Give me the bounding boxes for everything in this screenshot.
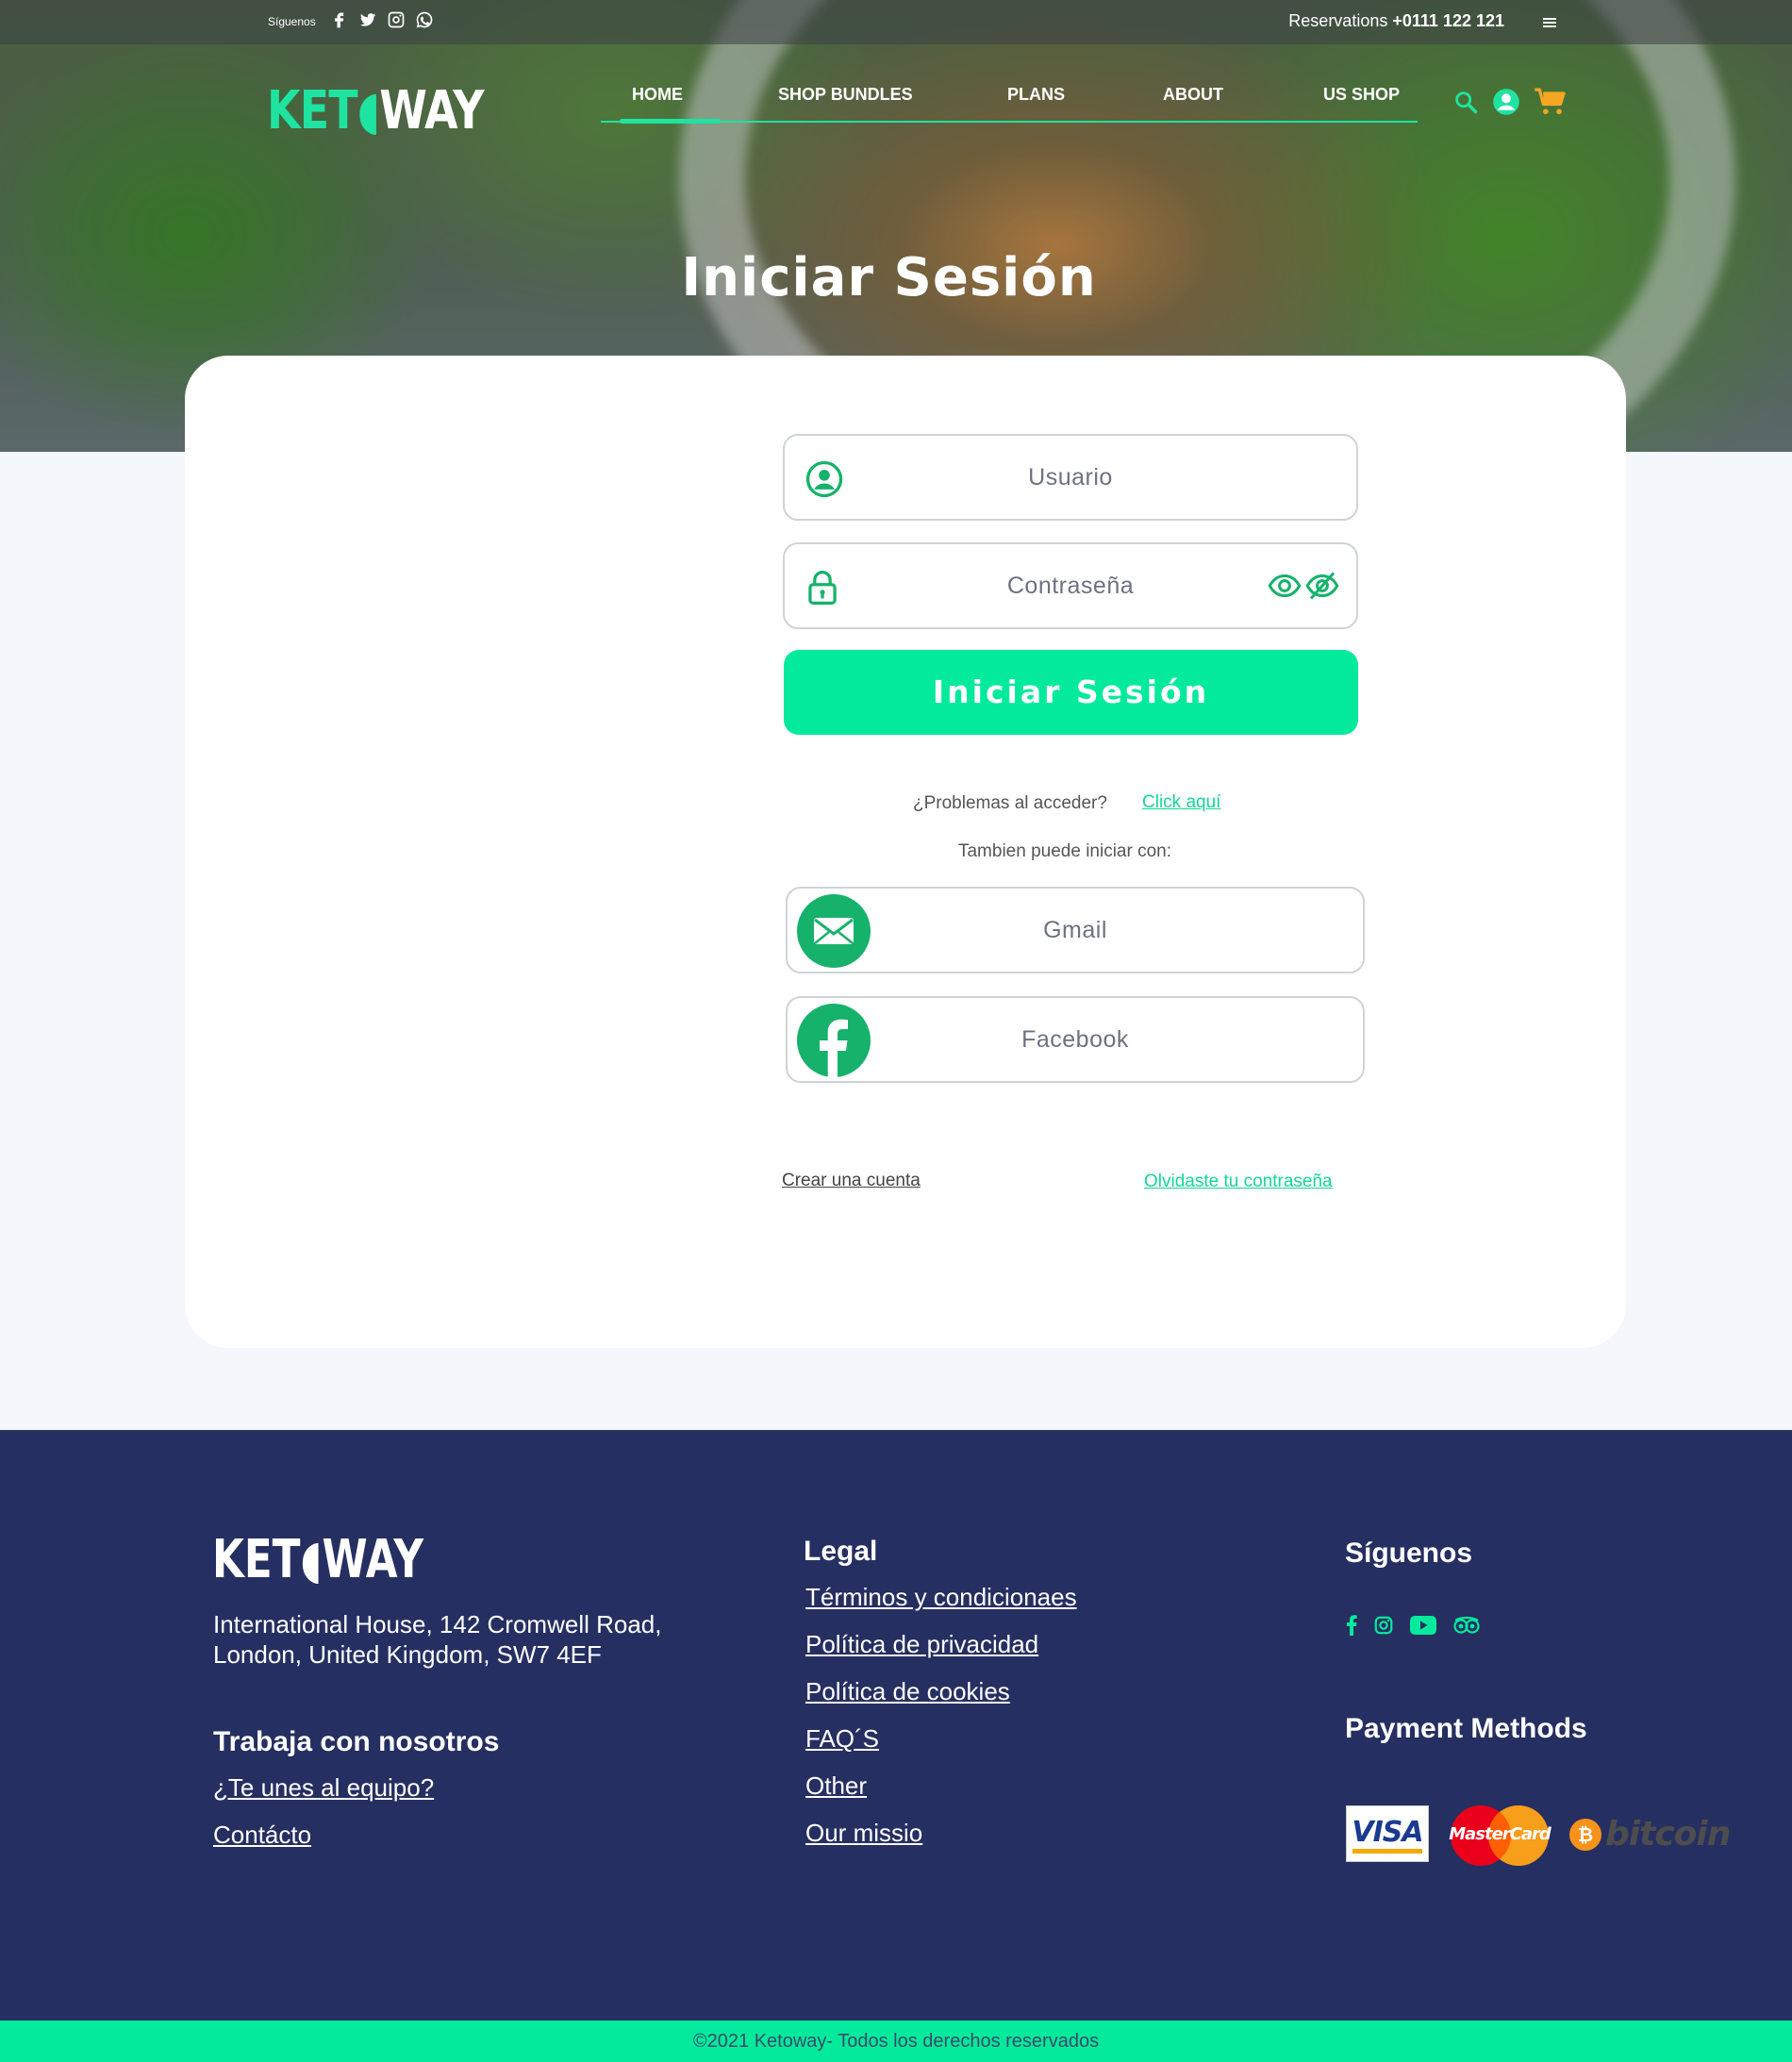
nav-home[interactable]: HOME <box>632 85 683 105</box>
nav-us-shop[interactable]: US SHOP <box>1323 85 1400 105</box>
hamburger-menu-icon[interactable] <box>1543 18 1556 29</box>
facebook-icon[interactable] <box>330 10 349 29</box>
footer-link-mission[interactable]: Our missio <box>805 1819 922 1848</box>
gmail-login-button[interactable]: Gmail <box>786 887 1365 973</box>
mastercard-logo: MasterCard <box>1449 1805 1551 1866</box>
footer-link-join-team[interactable]: ¿Te unes al equipo? <box>213 1773 434 1803</box>
nav-about[interactable]: ABOUT <box>1163 85 1223 105</box>
footer-logo[interactable]: KET◖WAY <box>212 1532 423 1588</box>
leaf-o-glyph: ◖ <box>357 80 380 141</box>
youtube-icon[interactable] <box>1409 1615 1437 1636</box>
login-submit-button[interactable]: Iniciar Sesión <box>784 650 1358 735</box>
top-bar: Síguenos Reservations +0111 122 121 <box>0 0 1792 44</box>
search-icon[interactable] <box>1452 89 1479 115</box>
follow-label: Síguenos <box>268 15 316 28</box>
nav-plans[interactable]: PLANS <box>1007 85 1065 105</box>
login-problem-text: ¿Problemas al acceder? <box>913 793 1107 813</box>
footer: KET◖WAY International House, 142 Cromwel… <box>0 1430 1792 2020</box>
username-field[interactable]: Usuario <box>783 434 1358 521</box>
cart-icon[interactable] <box>1534 87 1568 117</box>
facebook-label: Facebook <box>1021 1026 1129 1053</box>
footer-link-privacy[interactable]: Política de privacidad <box>805 1630 1038 1659</box>
facebook-icon[interactable] <box>1345 1615 1358 1636</box>
login-help-link[interactable]: Click aquí <box>1142 792 1220 813</box>
footer-link-cookies[interactable]: Política de cookies <box>805 1677 1010 1706</box>
footer-social-links <box>1345 1615 1481 1636</box>
reservations-info: Reservations +0111 122 121 <box>1288 11 1504 30</box>
eye-off-icon[interactable] <box>1305 569 1339 603</box>
alt-login-text: Tambien puede iniciar con: <box>957 841 1172 861</box>
footer-link-faqs[interactable]: FAQ´S <box>805 1724 879 1754</box>
footer-link-contact[interactable]: Contácto <box>213 1821 311 1850</box>
main-nav: HOME SHOP BUNDLES PLANS ABOUT US SHOP <box>601 75 1418 124</box>
footer-link-terms[interactable]: Términos y condicionaes <box>805 1583 1077 1612</box>
page-title: Iniciar Sesión <box>681 247 1097 308</box>
forgot-password-link[interactable]: Olvidaste tu contraseña <box>1144 1172 1333 1192</box>
work-heading: Trabaja con nosotros <box>213 1726 500 1757</box>
svg-text:₿: ₿ <box>1578 1823 1593 1846</box>
nav-active-indicator <box>620 119 721 124</box>
legal-heading: Legal <box>804 1536 878 1567</box>
footer-link-other[interactable]: Other <box>805 1771 867 1801</box>
instagram-icon[interactable] <box>1373 1615 1394 1636</box>
reservations-phone[interactable]: +0111 122 121 <box>1392 11 1504 30</box>
bitcoin-logo: ₿ bitcoin <box>1569 1815 1731 1856</box>
leaf-o-glyph: ◖ <box>300 1529 323 1590</box>
whatsapp-icon[interactable] <box>415 10 434 29</box>
header-icons <box>1452 87 1568 117</box>
tripadvisor-icon[interactable] <box>1452 1615 1481 1636</box>
nav-shop-bundles[interactable]: SHOP BUNDLES <box>778 85 913 105</box>
footer-address: International House, 142 Cromwell Road, … <box>213 1610 662 1669</box>
visa-logo: VISA <box>1346 1805 1429 1862</box>
login-card: Usuario Contraseña Iniciar Sesión ¿Probl… <box>185 356 1626 1348</box>
account-icon[interactable] <box>1492 88 1520 116</box>
follow-heading: Síguenos <box>1345 1538 1473 1569</box>
username-placeholder: Usuario <box>1028 464 1113 491</box>
create-account-link[interactable]: Crear una cuenta <box>782 1171 921 1191</box>
twitter-icon[interactable] <box>358 10 377 29</box>
password-field[interactable]: Contraseña <box>783 542 1358 629</box>
top-social-links <box>330 10 434 29</box>
gmail-label: Gmail <box>1043 917 1107 943</box>
copyright-bar: ©2021 Ketoway- Todos los derechos reserv… <box>0 2020 1792 2062</box>
payment-heading: Payment Methods <box>1345 1713 1587 1744</box>
eye-icon[interactable] <box>1268 569 1302 603</box>
logo[interactable]: KET◖WAY <box>267 80 485 141</box>
facebook-login-button[interactable]: Facebook <box>786 996 1365 1083</box>
instagram-icon[interactable] <box>387 10 406 29</box>
